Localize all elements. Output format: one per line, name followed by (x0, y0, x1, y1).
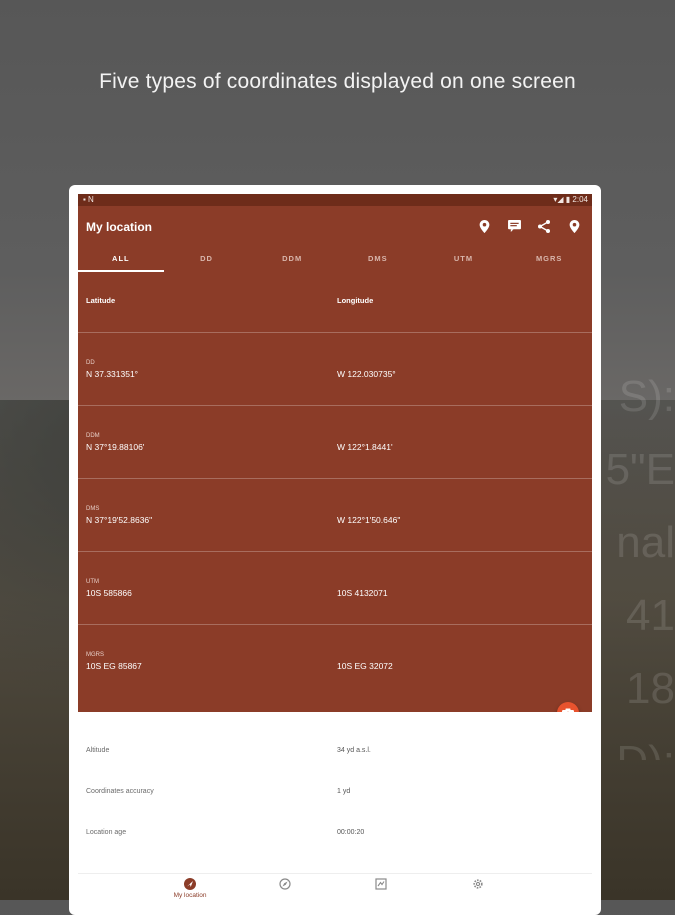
compass-icon (279, 878, 291, 890)
tab-utm[interactable]: UTM (421, 250, 507, 272)
lon-cell: W 122°1'50.646" (337, 515, 400, 525)
info-key: Coordinates accuracy (86, 788, 154, 795)
lon-cell: 10S EG 32072 (337, 661, 393, 671)
nav-label: My location (173, 892, 207, 899)
latitude-value: 10S 585866 (86, 588, 132, 598)
location-info-panel: Altitude 34 yd a.s.l. Coordinates accura… (78, 712, 592, 877)
app-bar: My location ALL DD DDM DMS UTM MGRS (78, 206, 592, 272)
longitude-value: 10S 4132071 (337, 588, 388, 598)
tab-dd[interactable]: DD (164, 250, 250, 272)
share-icon[interactable] (536, 218, 552, 234)
latitude-value: N 37°19'52.8636" (86, 515, 153, 525)
status-right-icons: ▾◢ ▮ 2:04 (553, 195, 588, 204)
navigation-arrow-icon (184, 878, 196, 890)
longitude-header: Longitude (337, 296, 374, 305)
longitude-value: 10S EG 32072 (337, 661, 393, 671)
message-icon[interactable] (506, 218, 522, 234)
page-title: My location (86, 220, 153, 234)
coordinate-tabs: ALL DD DDM DMS UTM MGRS (78, 250, 592, 272)
format-label: DDM (86, 433, 100, 439)
status-left-icons: ▪ N (83, 195, 94, 204)
tab-ddm[interactable]: DDM (249, 250, 335, 272)
latitude-value: N 37.331351° (86, 369, 139, 379)
longitude-value: W 122°1.8441' (337, 442, 393, 452)
latitude-header: Latitude (86, 296, 116, 305)
lat-cell: DMS N 37°19'52.8636" (86, 506, 152, 525)
lon-cell: W 122.030735° (337, 369, 396, 379)
status-bar: ▪ N ▾◢ ▮ 2:04 (78, 194, 592, 206)
coordinates-panel: Latitude Longitude DD N 37.331351° W 122… (78, 272, 592, 712)
latitude-value: 10S EG 85867 (86, 661, 142, 671)
nav-map[interactable] (351, 878, 411, 892)
coords-row-utm[interactable]: UTM 10S 585866 10S 4132071 (78, 551, 592, 625)
map-icon (375, 878, 387, 890)
info-value: 1 yd (337, 788, 351, 795)
lat-cell: DD N 37.331351° (86, 360, 138, 379)
coords-row-mgrs[interactable]: MGRS 10S EG 85867 10S EG 32072 (78, 624, 592, 713)
bottom-navigation: My location (78, 873, 592, 915)
format-label: MGRS (86, 652, 104, 658)
lon-cell: W 122°1.8441' (337, 442, 393, 452)
appbar-actions (476, 218, 582, 234)
coords-row-ddm[interactable]: DDM N 37°19.88106' W 122°1.8441' (78, 405, 592, 479)
nav-settings[interactable] (448, 878, 508, 892)
nav-my-location[interactable]: My location (160, 878, 220, 899)
device-frame: ▪ N ▾◢ ▮ 2:04 My location ALL DD DDM DMS… (69, 185, 601, 915)
coords-row-dms[interactable]: DMS N 37°19'52.8636" W 122°1'50.646" (78, 478, 592, 552)
lat-cell: MGRS 10S EG 85867 (86, 652, 142, 671)
longitude-value: W 122.030735° (337, 369, 396, 379)
coords-row-dd[interactable]: DD N 37.331351° W 122.030735° (78, 332, 592, 406)
info-value: 34 yd a.s.l. (337, 747, 371, 754)
longitude-value: W 122°1'50.646" (337, 515, 401, 525)
tab-all[interactable]: ALL (78, 250, 164, 272)
format-label: DMS (86, 506, 100, 512)
latitude-value: N 37°19.88106' (86, 442, 145, 452)
tab-mgrs[interactable]: MGRS (506, 250, 592, 272)
nav-compass[interactable] (255, 878, 315, 892)
settings-gear-icon (473, 879, 483, 889)
tab-dms[interactable]: DMS (335, 250, 421, 272)
promo-headline: Five types of coordinates displayed on o… (99, 70, 576, 93)
coords-header-row: Latitude Longitude (78, 272, 592, 332)
format-label: UTM (86, 579, 99, 585)
location-marker-icon[interactable] (566, 218, 582, 234)
lon-cell: 10S 4132071 (337, 588, 388, 598)
lat-cell: UTM 10S 585866 (86, 579, 132, 598)
pin-icon[interactable] (476, 218, 492, 234)
lat-cell: DDM N 37°19.88106' (86, 433, 144, 452)
info-value: 00:00:20 (337, 829, 365, 836)
info-key: Altitude (86, 747, 110, 754)
info-key: Location age (86, 829, 127, 836)
format-label: DD (86, 360, 95, 366)
